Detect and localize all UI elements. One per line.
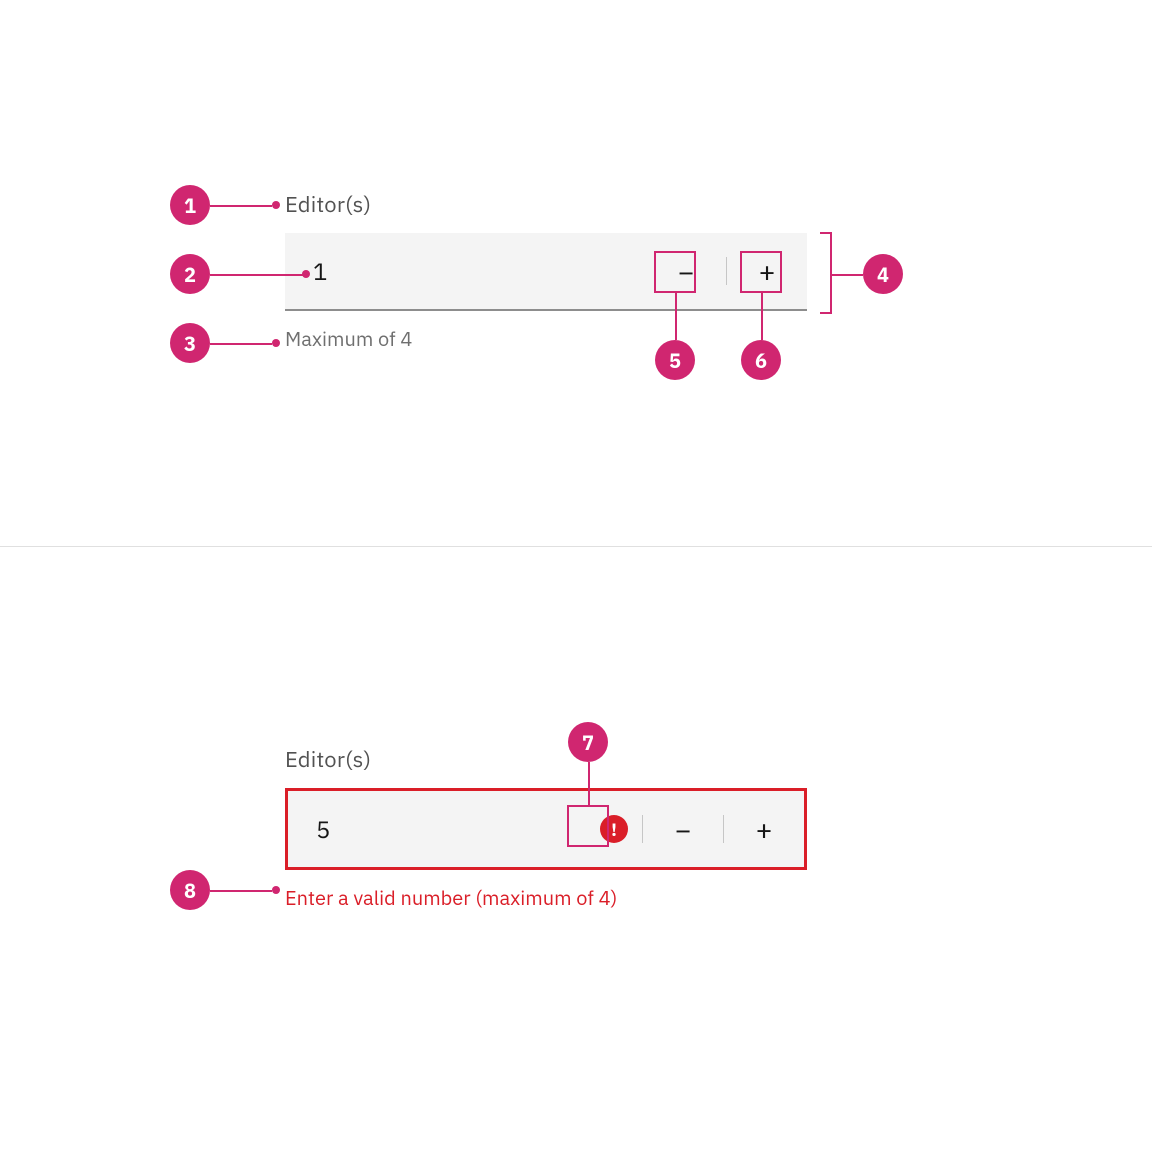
- number-input-field-invalid[interactable]: 5 ! − +: [285, 788, 807, 870]
- number-input-default: Editor(s) 1 − + Maximum of 4: [285, 190, 807, 352]
- annotation-ring-7: [567, 805, 609, 847]
- annotation-endpoint: [272, 201, 280, 209]
- annotation-badge-5: 5: [655, 340, 695, 380]
- annotation-connector: [210, 343, 272, 345]
- annotation-endpoint: [302, 270, 310, 278]
- annotation-connector: [588, 762, 590, 805]
- annotation-badge-3: 3: [170, 323, 210, 363]
- number-input-label: Editor(s): [285, 745, 807, 774]
- annotation-badge-1: 1: [170, 185, 210, 225]
- annotation-bracket: [830, 232, 832, 314]
- annotation-connector: [675, 293, 677, 340]
- number-input-helper: Maximum of 4: [285, 325, 807, 352]
- diagram-canvas: Editor(s) 1 − + Maximum of 4 1 2 3 4 5 6…: [0, 0, 1152, 1152]
- annotation-connector: [832, 274, 863, 276]
- annotation-ring-6: [740, 251, 782, 293]
- number-input-label: Editor(s): [285, 190, 807, 219]
- annotation-badge-2: 2: [170, 254, 210, 294]
- decrement-button[interactable]: −: [643, 791, 723, 867]
- annotation-endpoint: [272, 886, 280, 894]
- annotation-badge-7: 7: [568, 722, 608, 762]
- number-input-error-message: Enter a valid number (maximum of 4): [285, 884, 807, 911]
- number-input-value[interactable]: 5: [288, 813, 586, 845]
- annotation-connector: [210, 205, 272, 207]
- annotation-badge-8: 8: [170, 870, 210, 910]
- annotation-connector: [210, 890, 272, 892]
- annotation-connector: [210, 274, 304, 276]
- annotation-bracket-cap: [820, 232, 832, 234]
- annotation-connector: [761, 293, 763, 340]
- increment-button[interactable]: +: [724, 791, 804, 867]
- section-divider: [0, 546, 1152, 547]
- annotation-endpoint: [272, 339, 280, 347]
- number-input-controls: − +: [642, 791, 804, 867]
- number-input-invalid: Editor(s) 5 ! − + Enter a valid number (…: [285, 745, 807, 911]
- annotation-badge-4: 4: [863, 254, 903, 294]
- annotation-ring-5: [654, 251, 696, 293]
- annotation-bracket-cap: [820, 312, 832, 314]
- annotation-badge-6: 6: [741, 340, 781, 380]
- number-input-value[interactable]: 1: [285, 255, 646, 287]
- number-input-field[interactable]: 1 − +: [285, 233, 807, 311]
